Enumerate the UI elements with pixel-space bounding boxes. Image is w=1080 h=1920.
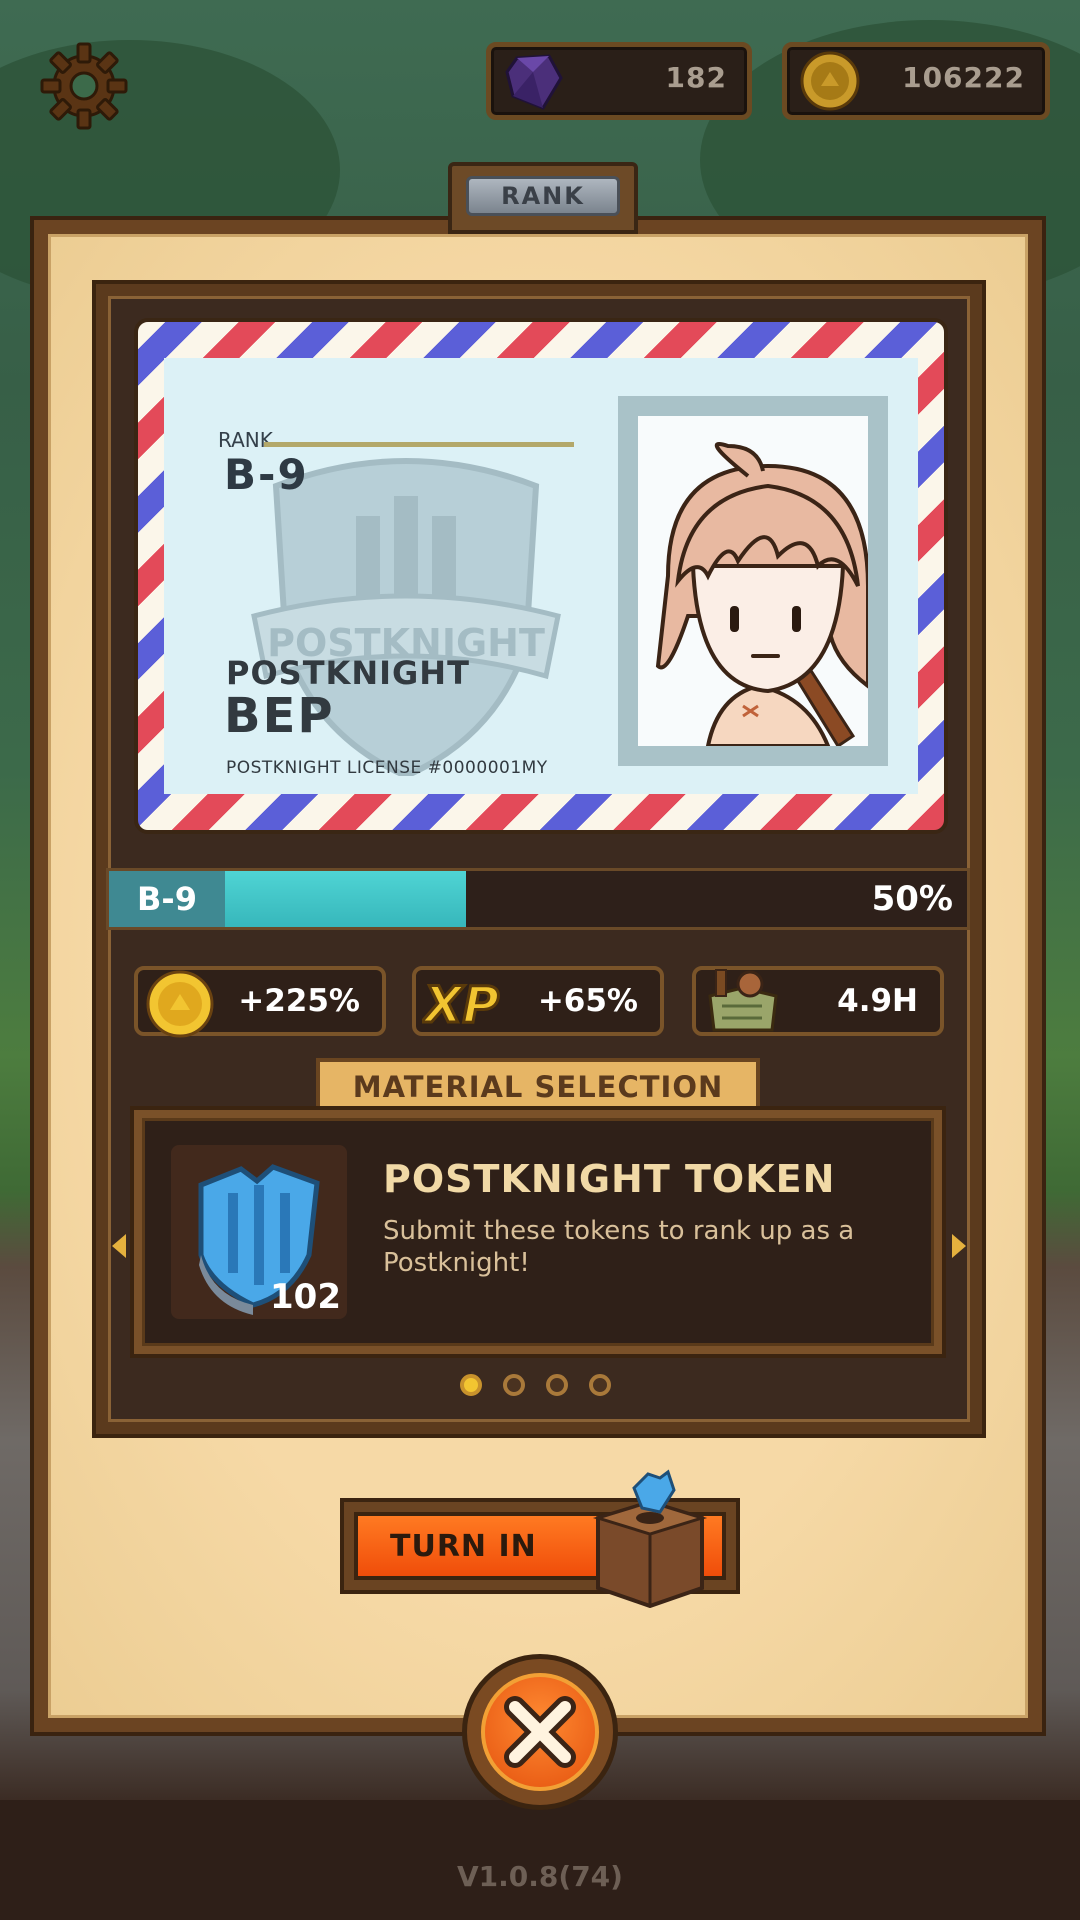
supply-crate-icon xyxy=(702,966,778,1038)
gem-count: 182 xyxy=(665,61,727,94)
coin-bonus-chip: +225% xyxy=(134,966,386,1038)
portrait-stamp xyxy=(618,396,888,766)
material-selection-box: 102 POSTKNIGHT TOKEN Submit these tokens… xyxy=(130,1106,946,1358)
xp-icon-text: XP xyxy=(422,976,499,1034)
material-card[interactable]: 102 POSTKNIGHT TOKEN Submit these tokens… xyxy=(142,1118,934,1346)
progress-percent: 50% xyxy=(871,879,953,919)
settings-button[interactable] xyxy=(40,42,128,130)
character-portrait-art xyxy=(655,442,868,746)
xp-bonus-value: +65% xyxy=(537,983,638,1019)
coin-count: 106222 xyxy=(902,61,1025,94)
turn-in-label: TURN IN xyxy=(390,1529,537,1564)
knight-title: POSTKNIGHT xyxy=(226,654,470,692)
material-prev-arrow[interactable] xyxy=(112,1234,126,1258)
token-box-icon xyxy=(590,1468,710,1609)
rank-progress-bar: B-9 50% xyxy=(106,868,970,930)
license-card-body: POSTKNIGHT RANK B-9 POSTKNIGHT BEP POSTK… xyxy=(164,358,918,794)
progress-fill xyxy=(225,871,466,927)
close-button-face xyxy=(481,1673,599,1791)
license-card: POSTKNIGHT RANK B-9 POSTKNIGHT BEP POSTK… xyxy=(134,318,948,834)
rank-tab: RANK xyxy=(448,162,638,234)
material-selection-header: MATERIAL SELECTION xyxy=(316,1058,760,1112)
character-portrait xyxy=(638,416,868,746)
progress-rank-label: B-9 xyxy=(109,871,225,927)
material-item-title: POSTKNIGHT TOKEN xyxy=(383,1157,836,1201)
xp-bonus-chip: XP +65% xyxy=(412,966,664,1036)
coin-counter[interactable]: 106222 xyxy=(782,42,1050,120)
license-number: POSTKNIGHT LICENSE #0000001MY xyxy=(226,758,548,778)
material-item-description: Submit these tokens to rank up as a Post… xyxy=(383,1216,855,1278)
coin-bonus-value: +225% xyxy=(238,983,360,1019)
rank-tab-label: RANK xyxy=(466,176,620,216)
close-button[interactable] xyxy=(462,1654,618,1810)
xp-icon: XP xyxy=(420,966,501,1038)
rank-caption: RANK xyxy=(218,428,273,452)
gold-coin-icon xyxy=(799,50,861,112)
material-next-arrow[interactable] xyxy=(952,1234,966,1258)
version-label: V1.0.8(74) xyxy=(457,1860,623,1893)
close-icon xyxy=(504,1696,576,1768)
knight-name: BEP xyxy=(224,688,335,744)
gear-icon xyxy=(40,42,128,130)
page-dot[interactable] xyxy=(546,1374,568,1396)
material-page-indicator xyxy=(460,1374,620,1404)
page-dot[interactable] xyxy=(460,1374,482,1396)
gold-coin-icon xyxy=(144,966,216,1038)
supply-bonus-value: 4.9H xyxy=(837,983,918,1019)
page-dot[interactable] xyxy=(503,1374,525,1396)
page-dot[interactable] xyxy=(589,1374,611,1396)
supply-bonus-chip: 4.9H xyxy=(692,966,944,1036)
rank-value: B-9 xyxy=(224,450,309,499)
rank-underline xyxy=(264,442,574,447)
material-item-slot[interactable]: 102 xyxy=(171,1145,347,1319)
purple-gem-icon xyxy=(503,50,565,112)
token-quantity: 102 xyxy=(270,1277,341,1317)
gem-counter[interactable]: 182 xyxy=(486,42,752,120)
